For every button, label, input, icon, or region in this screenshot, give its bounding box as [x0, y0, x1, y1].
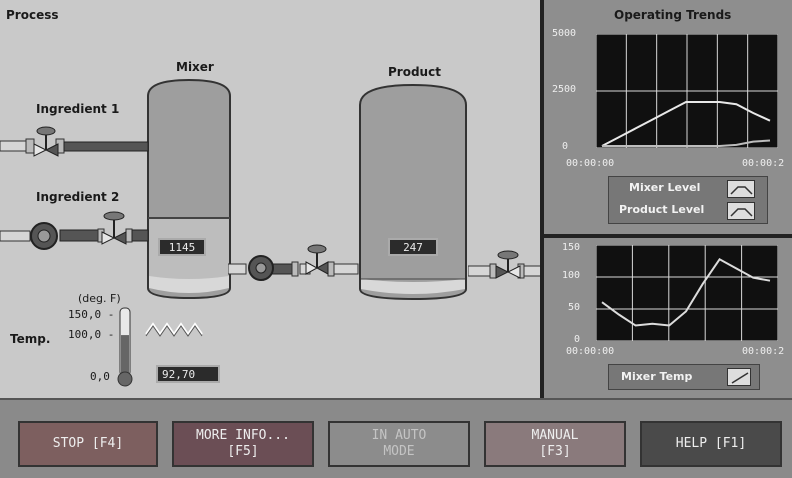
chart2-xtick-start: 00:00:00 — [566, 346, 615, 357]
legend-product-level: Product Level — [619, 203, 705, 216]
ingredient-1-pipe — [0, 138, 149, 154]
trends-title: Operating Trends — [614, 8, 732, 22]
transfer-valve[interactable] — [304, 242, 330, 278]
chart2-xtick-end: 00:00:2 — [742, 346, 785, 357]
thermometer — [117, 307, 133, 387]
chart1-legend: Mixer Level Product Level — [608, 176, 768, 224]
mixer-temp-trend-chart[interactable] — [596, 245, 778, 341]
chart2-ytick-100: 100 — [562, 270, 581, 281]
stop-button[interactable]: STOP [F4] — [18, 421, 158, 467]
temp-unit-label: (deg. F) — [78, 292, 121, 305]
chart1-ytick-top: 5000 — [552, 28, 577, 39]
temp-scale-mid: 100,0 - — [68, 328, 115, 341]
chart2-legend: Mixer Temp — [608, 364, 760, 390]
ingredient-2-valve[interactable] — [100, 208, 128, 248]
outlet-valve[interactable] — [494, 248, 522, 284]
ingredient-1-label: Ingredient 1 — [36, 102, 120, 116]
chart1-ytick-low: 0 — [562, 141, 569, 152]
process-title: Process — [6, 8, 59, 22]
chart1-xtick-start: 00:00:00 — [566, 158, 615, 169]
chart2-ytick-0: 0 — [574, 334, 581, 345]
legend-mixer-level-swatch[interactable] — [727, 180, 755, 198]
product-tank[interactable] — [358, 83, 468, 301]
legend-mixer-level: Mixer Level — [629, 181, 701, 194]
ingredient-1-valve[interactable] — [32, 124, 60, 160]
temp-scale-high: 150,0 - — [68, 308, 115, 321]
manual-button[interactable]: MANUAL [F3] — [484, 421, 626, 467]
mixer-tank[interactable] — [146, 78, 232, 300]
product-label: Product — [388, 65, 441, 79]
mixer-label: Mixer — [176, 60, 214, 74]
ingredient-2-pump[interactable] — [28, 220, 62, 252]
chart1-xtick-end: 00:00:2 — [742, 158, 785, 169]
more-info-button[interactable]: MORE INFO... [F5] — [172, 421, 314, 467]
ingredient-2-label: Ingredient 2 — [36, 190, 120, 204]
mixer-level-readout: 1145 — [158, 238, 206, 256]
legend-mixer-temp-swatch[interactable] — [727, 368, 751, 386]
chart2-ytick-50: 50 — [568, 302, 581, 313]
mixer-heater-icon — [145, 322, 203, 337]
legend-product-level-swatch[interactable] — [727, 202, 755, 220]
temp-readout: 92,70 — [156, 365, 220, 383]
chart2-ytick-150: 150 — [562, 242, 581, 253]
temp-label: Temp. — [10, 332, 51, 346]
help-button[interactable]: HELP [F1] — [640, 421, 782, 467]
mixer-product-trend-chart[interactable] — [596, 34, 778, 148]
chart1-ytick-mid: 2500 — [552, 84, 577, 95]
auto-mode-button[interactable]: IN AUTO MODE — [328, 421, 470, 467]
transfer-pump[interactable] — [246, 252, 276, 282]
legend-mixer-temp: Mixer Temp — [621, 370, 693, 383]
plot-area — [596, 245, 778, 341]
product-level-readout: 247 — [388, 238, 438, 256]
